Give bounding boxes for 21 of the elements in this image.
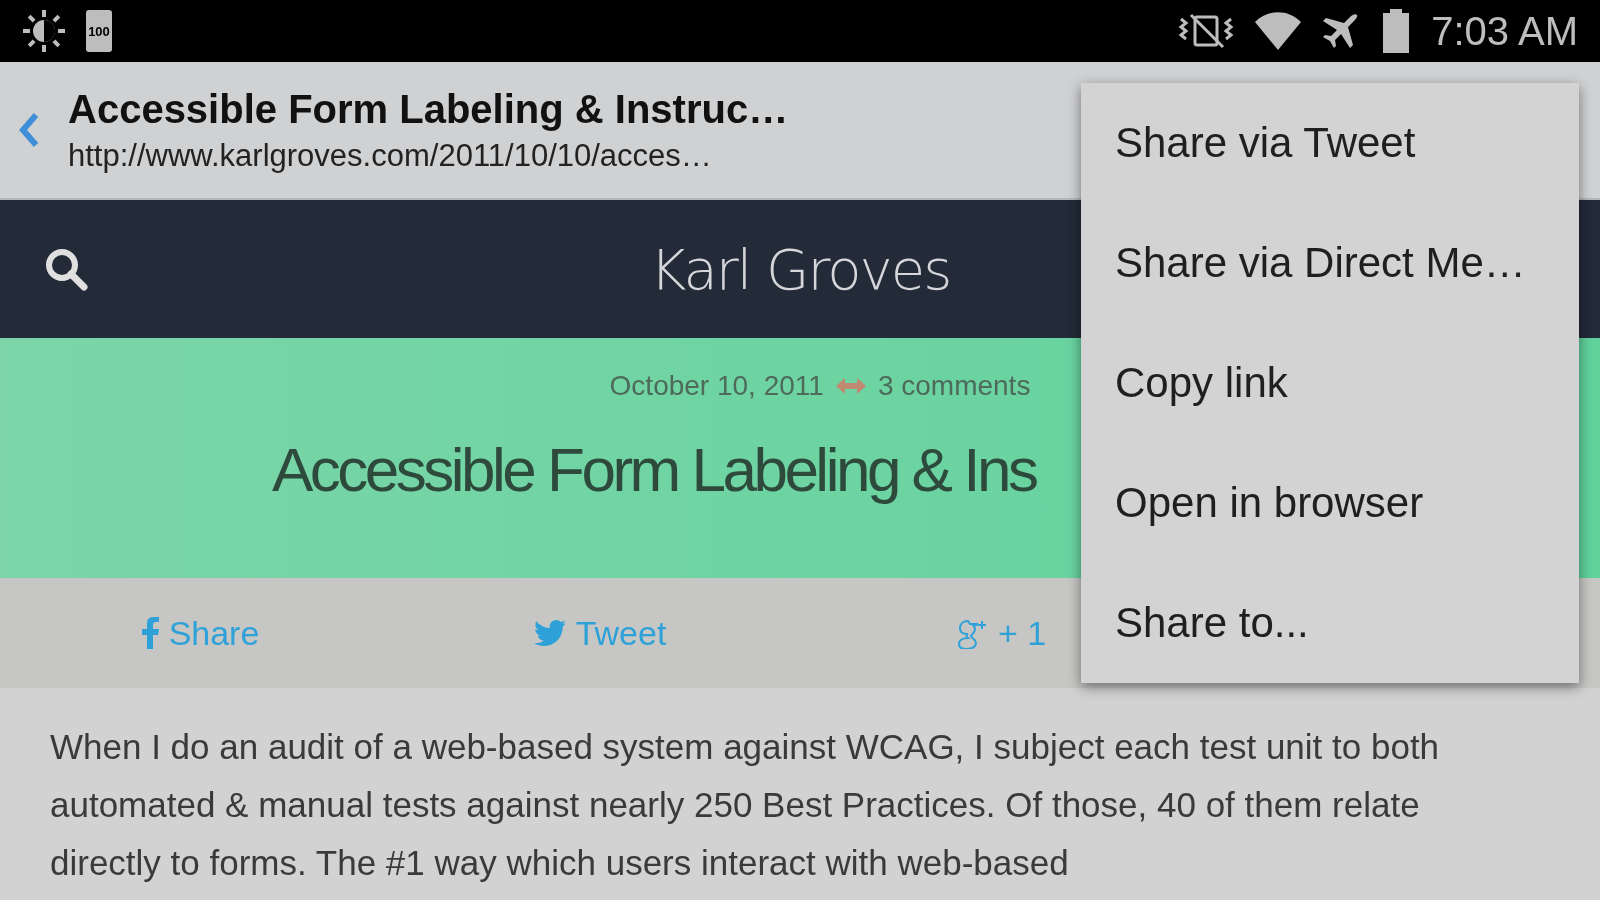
double-arrow-icon bbox=[835, 377, 866, 395]
wifi-icon bbox=[1255, 12, 1302, 50]
page-title: Accessible Form Labeling & Instruc… bbox=[68, 86, 789, 132]
menu-item[interactable]: Share via Tweet bbox=[1081, 83, 1579, 203]
menu-item[interactable]: Share via Direct Me… bbox=[1081, 203, 1579, 323]
menu-item[interactable]: Open in browser bbox=[1081, 443, 1579, 563]
menu-item[interactable]: Share to... bbox=[1081, 563, 1579, 683]
battery-icon bbox=[1381, 9, 1412, 53]
post-title: Accessible Form Labeling & Ins bbox=[271, 434, 1036, 505]
site-name[interactable]: Karl Groves bbox=[649, 236, 951, 302]
post-date: October 10, 2011 bbox=[609, 370, 824, 402]
menu-item[interactable]: Copy link bbox=[1081, 323, 1579, 443]
page-url: http://www.karlgroves.com/2011/10/10/acces… bbox=[68, 137, 713, 174]
brightness-icon bbox=[22, 9, 66, 53]
vibrate-off-icon bbox=[1177, 13, 1236, 49]
battery-level-icon: 100 bbox=[86, 10, 112, 52]
search-icon[interactable] bbox=[44, 247, 88, 291]
bird-icon bbox=[533, 619, 566, 647]
facebook-icon bbox=[140, 617, 159, 649]
article-paragraph: When I do an audit of a web-based system against WCAG, I subject each test unit to both automated & manual tests against nearly 250 Best Practices. Of those, 40 of them relate directly to forms. The #1 way which users interact with web-based bbox=[49, 726, 1441, 884]
clock-time: 7:03 AM bbox=[1431, 8, 1578, 54]
